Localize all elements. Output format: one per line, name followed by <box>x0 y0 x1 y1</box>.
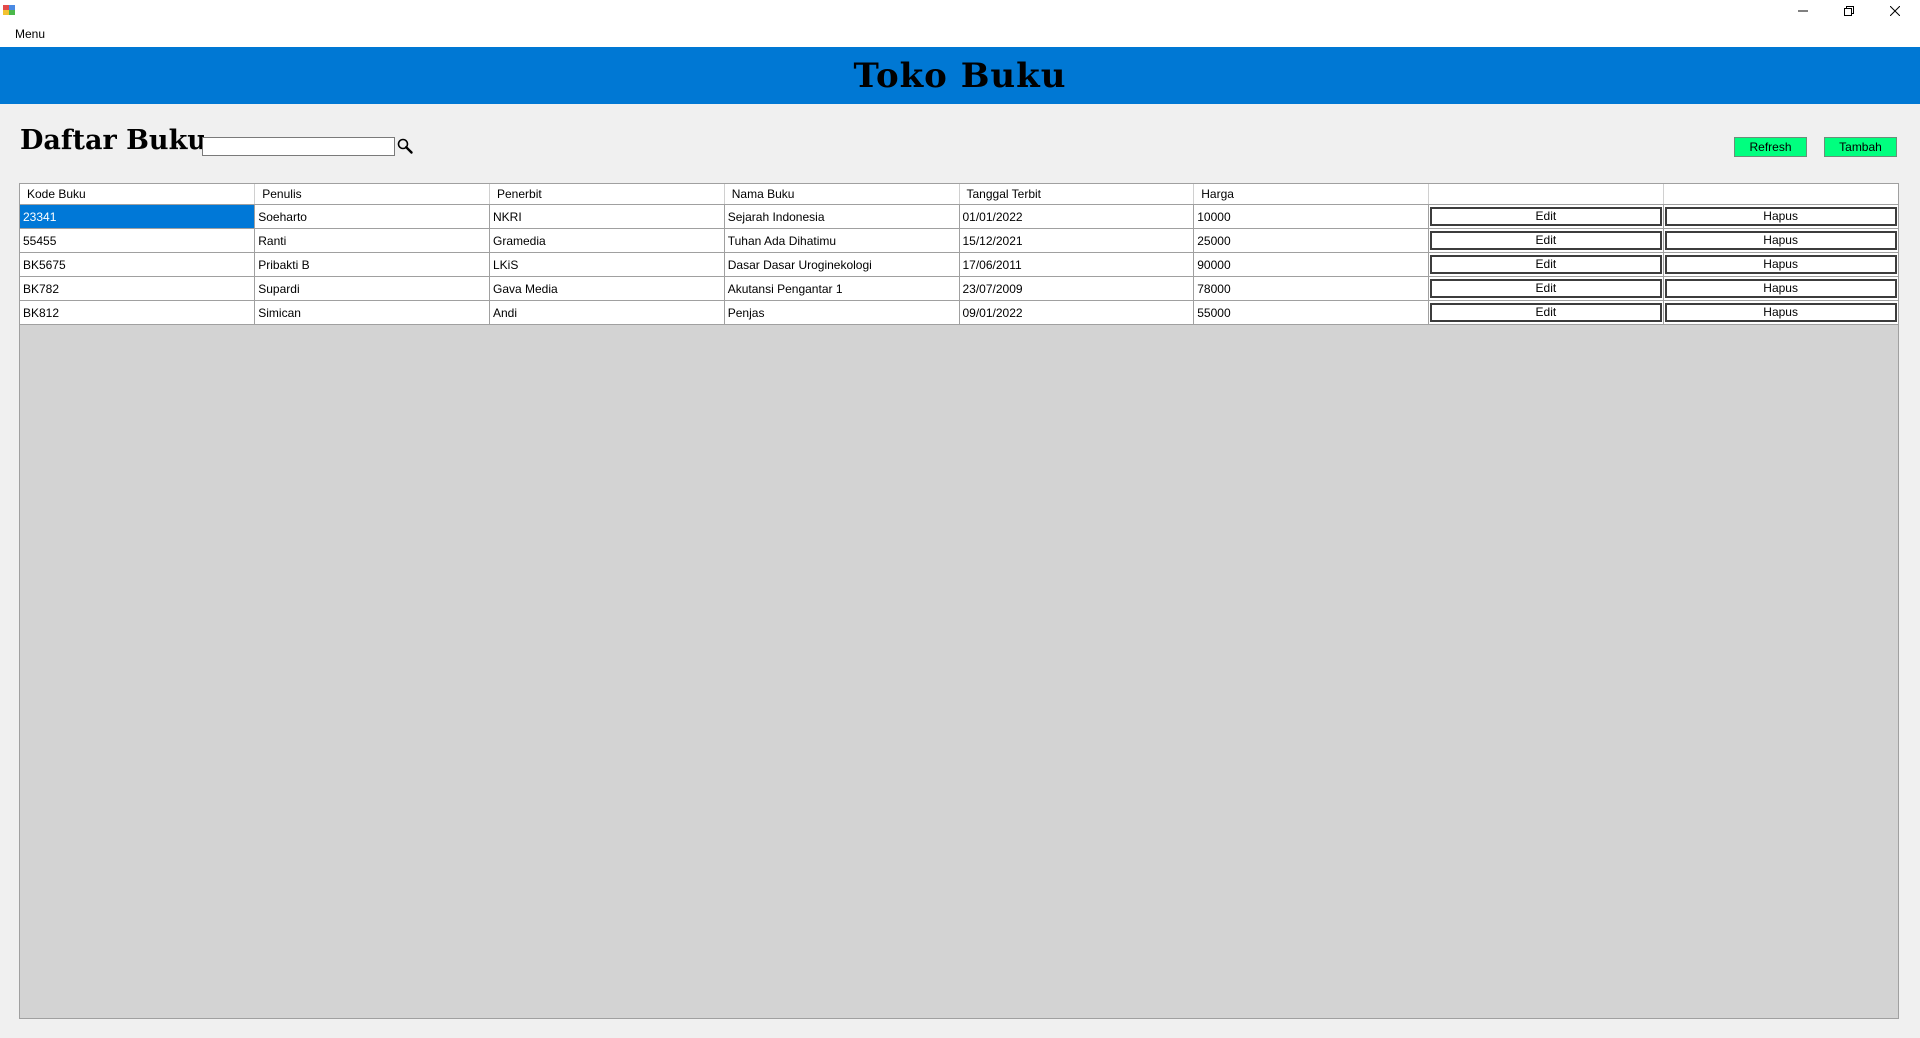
search-button[interactable] <box>396 137 414 155</box>
cell-edit: Edit <box>1428 276 1664 301</box>
edit-button[interactable]: Edit <box>1430 303 1662 322</box>
column-header-penerbit[interactable]: Penerbit <box>489 184 725 205</box>
cell-nama-buku[interactable]: Dasar Dasar Uroginekologi <box>724 252 960 277</box>
app-icon <box>3 5 15 15</box>
edit-button[interactable]: Edit <box>1430 231 1662 250</box>
app-title: Toko Buku <box>853 55 1067 96</box>
cell-hapus: Hapus <box>1663 228 1898 253</box>
hapus-button[interactable]: Hapus <box>1664 231 1897 250</box>
cell-hapus: Hapus <box>1663 276 1898 301</box>
hapus-button[interactable]: Hapus <box>1664 255 1897 274</box>
cell-penerbit[interactable]: Andi <box>489 300 725 325</box>
cell-nama-buku[interactable]: Akutansi Pengantar 1 <box>724 276 960 301</box>
column-header-hapus[interactable] <box>1663 184 1898 205</box>
restore-icon <box>1844 6 1854 16</box>
cell-kode-buku[interactable]: 55455 <box>20 228 256 253</box>
cell-penerbit[interactable]: LKiS <box>489 252 725 277</box>
table-row[interactable]: 23341 Soeharto NKRI Sejarah Indonesia 01… <box>20 204 1898 229</box>
column-header-penulis[interactable]: Penulis <box>254 184 490 205</box>
search-input[interactable] <box>202 137 395 156</box>
column-header-harga[interactable]: Harga <box>1193 184 1429 205</box>
cell-hapus: Hapus <box>1663 204 1898 229</box>
refresh-button[interactable]: Refresh <box>1734 137 1807 157</box>
minimize-button[interactable] <box>1780 0 1826 22</box>
column-header-edit[interactable] <box>1428 184 1664 205</box>
cell-harga[interactable]: 10000 <box>1193 204 1429 229</box>
table-header-row: Kode Buku Penulis Penerbit Nama Buku Tan… <box>20 184 1898 205</box>
cell-tanggal-terbit[interactable]: 15/12/2021 <box>959 228 1195 253</box>
cell-kode-buku[interactable]: BK5675 <box>20 252 256 277</box>
cell-penulis[interactable]: Pribakti B <box>254 252 490 277</box>
column-header-nama-buku[interactable]: Nama Buku <box>724 184 960 205</box>
cell-penulis[interactable]: Simican <box>254 300 490 325</box>
table-row[interactable]: BK812 Simican Andi Penjas 09/01/2022 550… <box>20 300 1898 325</box>
cell-harga[interactable]: 25000 <box>1193 228 1429 253</box>
cell-penulis[interactable]: Supardi <box>254 276 490 301</box>
close-icon <box>1890 6 1900 16</box>
edit-button[interactable]: Edit <box>1430 207 1662 226</box>
cell-tanggal-terbit[interactable]: 01/01/2022 <box>959 204 1195 229</box>
table-row[interactable]: BK5675 Pribakti B LKiS Dasar Dasar Urogi… <box>20 252 1898 277</box>
cell-harga[interactable]: 90000 <box>1193 252 1429 277</box>
book-grid[interactable]: Kode Buku Penulis Penerbit Nama Buku Tan… <box>19 183 1899 1019</box>
cell-penulis[interactable]: Soeharto <box>254 204 490 229</box>
restore-button[interactable] <box>1826 0 1872 22</box>
close-button[interactable] <box>1872 0 1918 22</box>
cell-tanggal-terbit[interactable]: 23/07/2009 <box>959 276 1195 301</box>
minimize-icon <box>1798 10 1808 12</box>
cell-hapus: Hapus <box>1663 300 1898 325</box>
cell-edit: Edit <box>1428 300 1664 325</box>
tambah-button[interactable]: Tambah <box>1824 137 1897 157</box>
title-bar <box>0 0 1920 22</box>
table-row[interactable]: BK782 Supardi Gava Media Akutansi Pengan… <box>20 276 1898 301</box>
book-table: Kode Buku Penulis Penerbit Nama Buku Tan… <box>20 184 1898 325</box>
cell-kode-buku[interactable]: BK812 <box>20 300 256 325</box>
cell-penerbit[interactable]: Gava Media <box>489 276 725 301</box>
cell-nama-buku[interactable]: Penjas <box>724 300 960 325</box>
page-title: Daftar Buku <box>20 125 207 156</box>
cell-penulis[interactable]: Ranti <box>254 228 490 253</box>
cell-hapus: Hapus <box>1663 252 1898 277</box>
app-window: Menu Toko Buku Daftar Buku Refresh Tamba… <box>0 0 1920 1038</box>
cell-kode-buku[interactable]: BK782 <box>20 276 256 301</box>
cell-harga[interactable]: 78000 <box>1193 276 1429 301</box>
cell-harga[interactable]: 55000 <box>1193 300 1429 325</box>
table-row[interactable]: 55455 Ranti Gramedia Tuhan Ada Dihatimu … <box>20 228 1898 253</box>
cell-tanggal-terbit[interactable]: 09/01/2022 <box>959 300 1195 325</box>
edit-button[interactable]: Edit <box>1430 279 1662 298</box>
edit-button[interactable]: Edit <box>1430 255 1662 274</box>
cell-nama-buku[interactable]: Sejarah Indonesia <box>724 204 960 229</box>
cell-edit: Edit <box>1428 204 1664 229</box>
cell-nama-buku[interactable]: Tuhan Ada Dihatimu <box>724 228 960 253</box>
column-header-kode-buku[interactable]: Kode Buku <box>20 184 256 205</box>
menu-item-menu[interactable]: Menu <box>8 25 52 44</box>
cell-edit: Edit <box>1428 252 1664 277</box>
hapus-button[interactable]: Hapus <box>1664 207 1897 226</box>
search-icon <box>397 138 413 154</box>
menu-strip: Menu <box>0 22 1920 47</box>
cell-penerbit[interactable]: Gramedia <box>489 228 725 253</box>
column-header-tanggal-terbit[interactable]: Tanggal Terbit <box>959 184 1195 205</box>
header-banner: Toko Buku <box>0 47 1920 104</box>
cell-kode-buku[interactable]: 23341 <box>20 204 256 229</box>
hapus-button[interactable]: Hapus <box>1664 303 1897 322</box>
cell-edit: Edit <box>1428 228 1664 253</box>
cell-tanggal-terbit[interactable]: 17/06/2011 <box>959 252 1195 277</box>
hapus-button[interactable]: Hapus <box>1664 279 1897 298</box>
cell-penerbit[interactable]: NKRI <box>489 204 725 229</box>
